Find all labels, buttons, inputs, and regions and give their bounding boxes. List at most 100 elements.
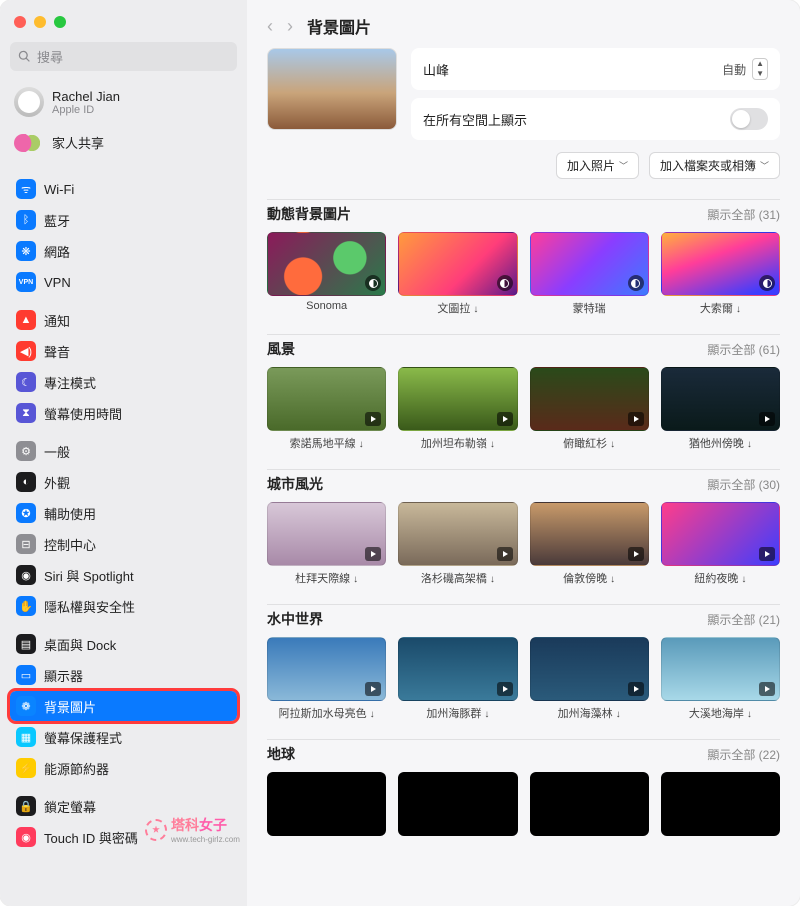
sidebar-item-label: 鎖定螢幕 (44, 797, 96, 816)
sidebar-item-vpn[interactable]: VPNVPN (10, 267, 237, 297)
wallpaper-thumb (398, 232, 517, 296)
wallpaper-tile[interactable]: 洛杉磯高架橋 ↓ (398, 502, 517, 586)
sidebar-item-saver[interactable]: ▦螢幕保護程式 (10, 722, 237, 752)
sidebar-item-hour[interactable]: ⧗螢幕使用時間 (10, 398, 237, 428)
all-spaces-toggle[interactable] (730, 108, 768, 130)
wallpaper-thumb (267, 637, 386, 701)
add-photo-button[interactable]: 加入照片﹀ (556, 152, 639, 179)
wallpaper-thumb (398, 772, 517, 836)
wallpaper-tile[interactable]: 杜拜天際線 ↓ (267, 502, 386, 586)
sidebar-item-gear[interactable]: ⚙一般 (10, 436, 237, 466)
sidebar-item-lock[interactable]: 🔒鎖定螢幕 (10, 791, 237, 821)
wallpaper-tile[interactable]: 猶他州傍晚 ↓ (661, 367, 780, 451)
wallpaper-tile[interactable]: 倫敦傍晚 ↓ (530, 502, 649, 586)
sidebar-item-label: Wi-Fi (44, 182, 74, 197)
sidebar-item-dock[interactable]: ▤桌面與 Dock (10, 629, 237, 659)
section-title: 水中世界 (267, 609, 323, 629)
dynamic-icon (497, 275, 513, 291)
wallpaper-tile[interactable]: 加州海藻林 ↓ (530, 637, 649, 721)
sidebar-item-moon[interactable]: ☾專注模式 (10, 367, 237, 397)
mode-select[interactable]: 自動 ▲▼ (722, 58, 768, 80)
wallpaper-tile[interactable]: 蒙特瑞 (530, 232, 649, 316)
close-button[interactable] (14, 16, 26, 28)
sidebar-item-siri[interactable]: ◉Siri 與 Spotlight (10, 560, 237, 590)
header: ‹ › 背景圖片 (247, 0, 800, 48)
wallpaper-thumb (661, 502, 780, 566)
wallpaper-tile[interactable] (661, 772, 780, 840)
show-all-link[interactable]: 顯示全部 (22) (707, 746, 780, 763)
sidebar-item-hand[interactable]: ✋隱私權與安全性 (10, 591, 237, 621)
play-icon (628, 547, 644, 561)
sidebar-item-globe[interactable]: ❋網路 (10, 236, 237, 266)
show-all-link[interactable]: 顯示全部 (30) (707, 476, 780, 493)
download-icon: ↓ (747, 709, 752, 720)
zoom-button[interactable] (54, 16, 66, 28)
play-icon (497, 547, 513, 561)
wallpaper-tile[interactable]: 大溪地海岸 ↓ (661, 637, 780, 721)
section-title: 風景 (267, 339, 295, 359)
wallpaper-thumb (530, 772, 649, 836)
wallpaper-tile[interactable]: 加州坦布勒嶺 ↓ (398, 367, 517, 451)
sidebar-item-touch[interactable]: ◉Touch ID 與密碼 (10, 822, 237, 852)
show-all-link[interactable]: 顯示全部 (21) (707, 611, 780, 628)
wallpaper-tile[interactable]: Sonoma (267, 232, 386, 316)
dynamic-icon (628, 275, 644, 291)
mode-value: 自動 (722, 61, 746, 78)
touch-icon: ◉ (16, 827, 36, 847)
sidebar-item-label: 控制中心 (44, 535, 96, 554)
sidebar-item-label: Siri 與 Spotlight (44, 566, 134, 585)
family-label: 家人共享 (52, 133, 104, 152)
sidebar-item-energy[interactable]: ⚡能源節約器 (10, 753, 237, 783)
sidebar-item-sound[interactable]: ◀)聲音 (10, 336, 237, 366)
wallpaper-tile[interactable] (398, 772, 517, 840)
wallpaper-tile[interactable]: 俯瞰紅杉 ↓ (530, 367, 649, 451)
wallpaper-thumb (398, 637, 517, 701)
sidebar-item-display[interactable]: ▭顯示器 (10, 660, 237, 690)
divider (267, 604, 780, 605)
family-sharing-row[interactable]: 家人共享 (10, 127, 237, 162)
sidebar-item-wall[interactable]: ❁背景圖片 (10, 691, 237, 721)
wallpaper-tile[interactable] (267, 772, 386, 840)
sidebar-item-cc[interactable]: ⊟控制中心 (10, 529, 237, 559)
wallpaper-name-row: 山峰 自動 ▲▼ (411, 48, 780, 90)
search-input[interactable]: 搜尋 (10, 42, 237, 71)
sidebar-item-wifi[interactable]: ᯤWi-Fi (10, 174, 237, 204)
minimize-button[interactable] (34, 16, 46, 28)
download-icon: ↓ (370, 709, 375, 720)
section-earth: 地球顯示全部 (22) (247, 744, 800, 854)
sidebar-item-bell[interactable]: ▲通知 (10, 305, 237, 335)
sidebar-item-access[interactable]: ✪輔助使用 (10, 498, 237, 528)
wallpaper-tile[interactable] (530, 772, 649, 840)
all-spaces-label: 在所有空間上顯示 (423, 110, 527, 129)
apple-id-row[interactable]: Rachel Jian Apple ID (10, 81, 237, 123)
sidebar: 搜尋 Rachel Jian Apple ID 家人共享 ᯤWi-Fiᛒ藍牙❋網… (0, 0, 247, 906)
wallpaper-preview[interactable] (267, 48, 397, 130)
tile-label: 索諾馬地平線 ↓ (290, 435, 364, 451)
moon-icon: ☾ (16, 372, 36, 392)
bell-icon: ▲ (16, 310, 36, 330)
wallpaper-thumb (661, 367, 780, 431)
download-icon: ↓ (736, 304, 741, 315)
wallpaper-tile[interactable]: 文圖拉 ↓ (398, 232, 517, 316)
back-button[interactable]: ‹ (267, 16, 273, 37)
content-pane: ‹ › 背景圖片 山峰 自動 ▲▼ 在所有空間上顯示 (247, 0, 800, 906)
add-folder-button[interactable]: 加入檔案夾或相簿﹀ (649, 152, 780, 179)
show-all-link[interactable]: 顯示全部 (61) (707, 341, 780, 358)
play-icon (628, 682, 644, 696)
access-icon: ✪ (16, 503, 36, 523)
wallpaper-tile[interactable]: 大索爾 ↓ (661, 232, 780, 316)
show-all-link[interactable]: 顯示全部 (31) (707, 206, 780, 223)
sidebar-item-bt[interactable]: ᛒ藍牙 (10, 205, 237, 235)
sidebar-item-appear[interactable]: ◐外觀 (10, 467, 237, 497)
wallpaper-tile[interactable]: 紐約夜晚 ↓ (661, 502, 780, 586)
play-icon (759, 547, 775, 561)
sidebar-item-label: 能源節約器 (44, 759, 109, 778)
wallpaper-tile[interactable]: 加州海豚群 ↓ (398, 637, 517, 721)
forward-button[interactable]: › (287, 16, 293, 37)
section-sea: 水中世界 顯示全部 (21) 阿拉斯加水母亮色 ↓加州海豚群 ↓加州海藻林 ↓大溪地… (247, 609, 800, 735)
play-icon (497, 682, 513, 696)
wallpaper-tile[interactable]: 阿拉斯加水母亮色 ↓ (267, 637, 386, 721)
window-controls (10, 12, 237, 38)
sidebar-item-label: 螢幕使用時間 (44, 404, 122, 423)
wallpaper-tile[interactable]: 索諾馬地平線 ↓ (267, 367, 386, 451)
